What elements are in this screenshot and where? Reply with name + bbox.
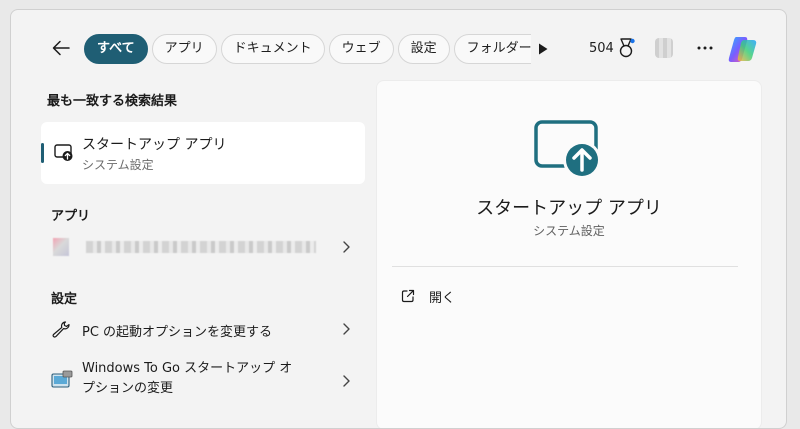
detail-panel: スタートアップ アプリ システム設定 開く	[376, 80, 762, 428]
windows-to-go-icon	[51, 370, 73, 388]
chip-apps[interactable]: アプリ	[151, 34, 217, 64]
best-match-heading: 最も一致する検索結果	[47, 94, 178, 109]
more-chips-button[interactable]	[535, 40, 551, 58]
best-match-subtitle: システム設定	[82, 158, 154, 172]
best-match-startup-apps[interactable]: スタートアップ アプリ システム設定	[41, 122, 365, 184]
play-icon	[539, 43, 548, 55]
results-list: 最も一致する検索結果 スタートアップ アプリ システム設定 アプリ 設定 PC …	[11, 86, 376, 428]
arrow-left-icon	[52, 40, 70, 56]
settings-heading: 設定	[51, 292, 78, 307]
wrench-icon	[52, 321, 70, 338]
open-button[interactable]: 開く	[401, 286, 455, 306]
chip-folders[interactable]: フォルダー	[453, 34, 531, 64]
list-item-label: Windows To Go スタートアップ オ プションの変更	[82, 359, 292, 399]
chip-web[interactable]: ウェブ	[328, 34, 394, 64]
open-label: 開く	[429, 290, 456, 306]
startup-apps-icon	[534, 120, 601, 179]
list-item-pc-startup-options[interactable]: PC の起動オプションを変更する	[41, 312, 365, 346]
search-topbar: すべて アプリ ドキュメント ウェブ 設定 フォルダー 504	[11, 10, 786, 86]
app-icon	[53, 238, 69, 256]
open-external-icon	[401, 289, 415, 303]
chip-documents[interactable]: ドキュメント	[220, 34, 325, 64]
detail-title: スタートアップ アプリ	[476, 198, 662, 219]
apps-heading: アプリ	[51, 209, 91, 224]
chip-settings[interactable]: 設定	[397, 34, 450, 64]
best-match-title: スタートアップ アプリ	[82, 137, 227, 153]
search-window: すべて アプリ ドキュメント ウェブ 設定 フォルダー 504 最も一致する検索…	[10, 9, 787, 429]
copilot-icon[interactable]	[726, 35, 760, 63]
selection-indicator	[41, 143, 44, 163]
filter-chips: すべて アプリ ドキュメント ウェブ 設定 フォルダー	[84, 34, 531, 64]
chevron-right-icon	[343, 323, 350, 335]
detail-subtitle: システム設定	[533, 224, 605, 238]
avatar[interactable]	[655, 38, 673, 58]
more-options-button[interactable]	[693, 36, 717, 60]
label-line-2: プションの変更	[82, 381, 174, 396]
more-horizontal-icon	[697, 46, 713, 50]
list-item-app[interactable]	[41, 232, 365, 262]
startup-apps-icon	[54, 144, 73, 161]
chevron-right-icon	[343, 241, 350, 253]
divider	[392, 266, 738, 267]
label-line-1: Windows To Go スタートアップ オ	[82, 361, 293, 376]
rewards-points[interactable]: 504	[589, 41, 614, 56]
medal-icon[interactable]	[616, 38, 636, 60]
redacted-app-name	[86, 241, 316, 253]
chip-all[interactable]: すべて	[84, 34, 148, 64]
list-item-label: PC の起動オプションを変更する	[82, 325, 273, 340]
back-button[interactable]	[47, 34, 75, 62]
chevron-right-icon	[343, 375, 350, 387]
list-item-windows-to-go[interactable]: Windows To Go スタートアップ オ プションの変更	[41, 356, 365, 408]
